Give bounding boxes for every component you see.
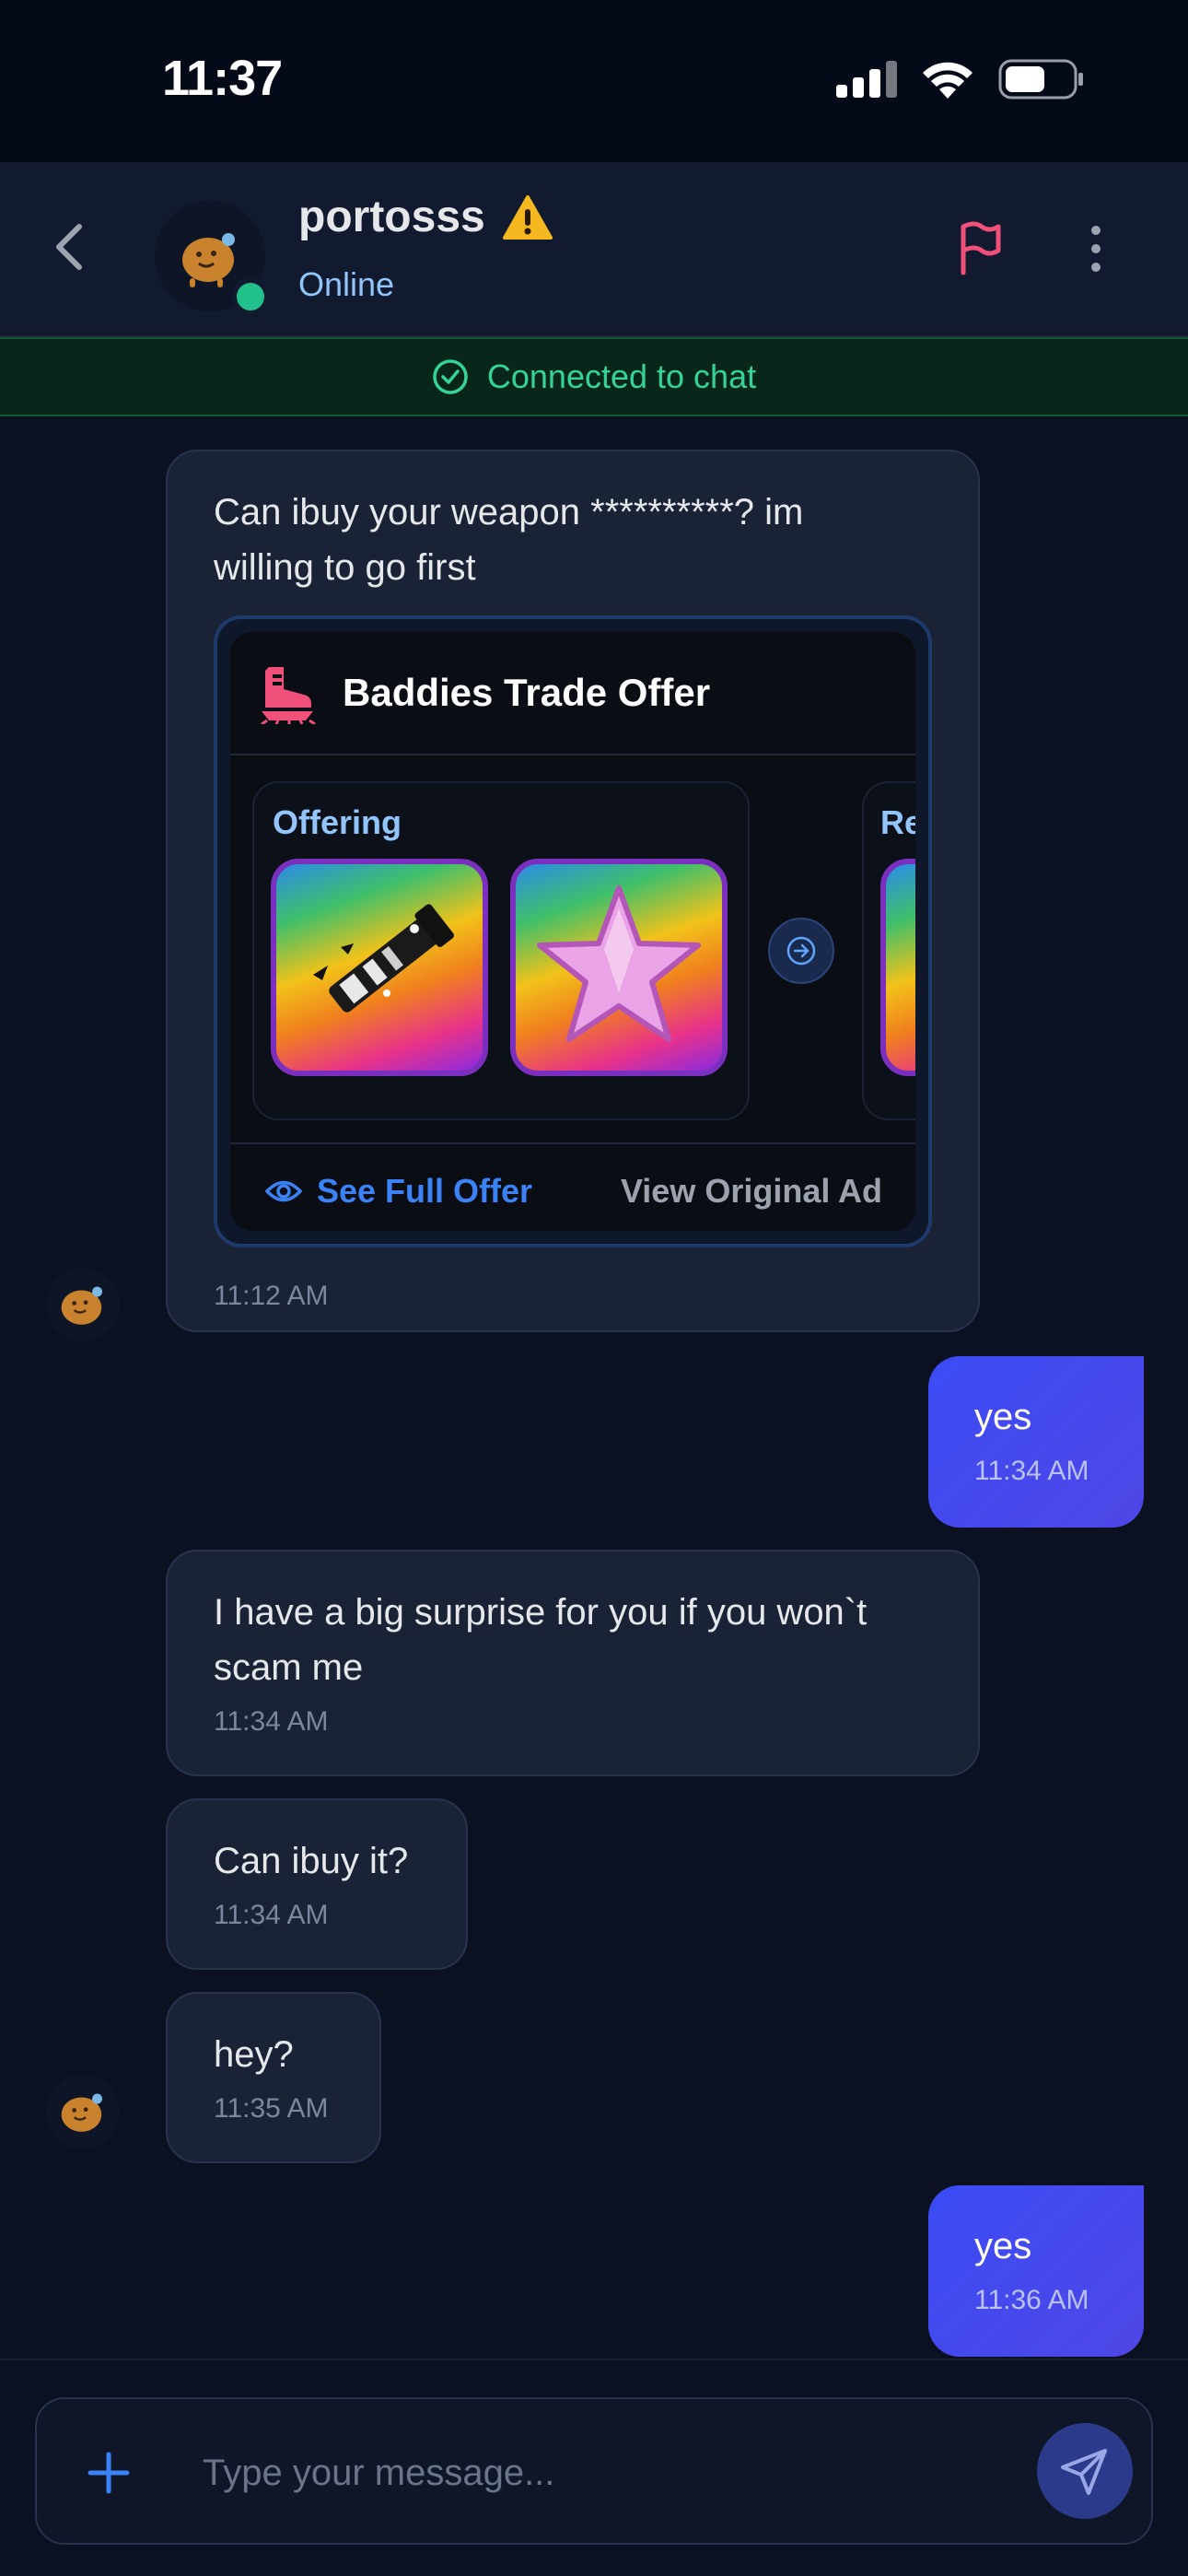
username-label: portosss (298, 193, 485, 241)
battery-icon (998, 59, 1083, 100)
offered-item-star[interactable] (510, 859, 728, 1076)
offering-section: Offering (252, 781, 750, 1120)
offered-item-weapon[interactable] (271, 859, 488, 1076)
trade-direction-indicator (768, 918, 834, 984)
contact-name: portosss (298, 192, 553, 242)
presence-status: Online (298, 265, 395, 303)
sender-avatar[interactable] (46, 2075, 120, 2149)
chevron-left-icon (56, 224, 82, 270)
message-time: 11:34 AM (974, 1456, 1089, 1486)
message-composer (35, 2397, 1153, 2545)
cookie-mascot-icon (61, 1286, 102, 1325)
trade-offer-card[interactable]: Baddies Trade Offer Offering R See Full … (214, 615, 932, 1247)
send-icon (1061, 2449, 1107, 2495)
connection-banner: Connected to chat (0, 337, 1188, 416)
cookie-mascot-icon (61, 2093, 102, 2132)
see-full-offer-button[interactable]: See Full Offer (265, 1172, 532, 1211)
roller-skate-icon (261, 667, 316, 724)
requesting-section: Re (862, 781, 915, 1120)
message-time: 11:36 AM (974, 2285, 1089, 2315)
message-text: Can ibuy it? (214, 1841, 409, 1881)
outgoing-message: yes 11:36 AM (928, 2185, 1144, 2357)
flag-icon (961, 221, 1001, 275)
plus-icon (87, 2452, 130, 2494)
outgoing-message: yes 11:34 AM (928, 1356, 1144, 1528)
attach-button[interactable] (83, 2447, 134, 2499)
requested-item[interactable] (880, 859, 915, 1076)
online-indicator (232, 278, 269, 315)
requesting-label: Re (880, 803, 915, 841)
message-text: yes (974, 1397, 1032, 1437)
message-time: 11:12 AM (214, 1281, 329, 1311)
message-text: Can ibuy your weapon **********? im will… (214, 492, 804, 588)
send-button[interactable] (1037, 2423, 1133, 2519)
incoming-message: I have a big surprise for you if you won… (166, 1550, 980, 1776)
wifi-icon (923, 62, 973, 99)
warning-icon (502, 194, 553, 240)
trade-offer-footer: See Full Offer View Original Ad (230, 1142, 915, 1231)
message-text: hey? (214, 2034, 294, 2075)
incoming-message: hey? 11:35 AM (166, 1992, 381, 2163)
cookie-mascot-icon (182, 233, 235, 287)
composer-bar (0, 2359, 1188, 2576)
status-icons (836, 59, 1085, 100)
message-text: yes (974, 2226, 1032, 2266)
check-circle-icon (433, 359, 468, 394)
message-time: 11:35 AM (214, 2093, 329, 2124)
incoming-message: Can ibuy it? 11:34 AM (166, 1798, 468, 1970)
status-time: 11:37 (162, 51, 283, 106)
more-options-button[interactable] (1079, 221, 1112, 276)
message-time: 11:34 AM (214, 1900, 329, 1930)
weapon-item-icon (313, 904, 454, 1013)
back-button[interactable] (48, 219, 92, 275)
report-button[interactable] (954, 221, 1006, 276)
eye-icon (265, 1180, 302, 1202)
offering-label: Offering (273, 803, 402, 841)
sender-avatar[interactable] (46, 1268, 120, 1341)
connection-text: Connected to chat (486, 357, 757, 395)
message-text: I have a big surprise for you if you won… (214, 1592, 868, 1688)
chat-header: portosss Online (0, 162, 1188, 337)
star-item-icon (537, 885, 701, 1042)
status-bar: 11:37 (0, 0, 1188, 162)
message-time: 11:34 AM (214, 1706, 329, 1737)
trade-offer-inner: Baddies Trade Offer Offering R See Full … (230, 632, 915, 1231)
cellular-signal-icon (836, 61, 897, 98)
view-original-ad-button[interactable]: View Original Ad (621, 1172, 882, 1211)
trade-offer-title: Baddies Trade Offer (343, 671, 711, 714)
arrow-right-icon (786, 936, 816, 966)
more-vertical-icon (1091, 226, 1101, 272)
contact-avatar[interactable] (155, 201, 269, 315)
message-input[interactable] (203, 2436, 1013, 2510)
see-full-offer-label: See Full Offer (317, 1172, 533, 1210)
trade-offer-header: Baddies Trade Offer (230, 632, 915, 755)
